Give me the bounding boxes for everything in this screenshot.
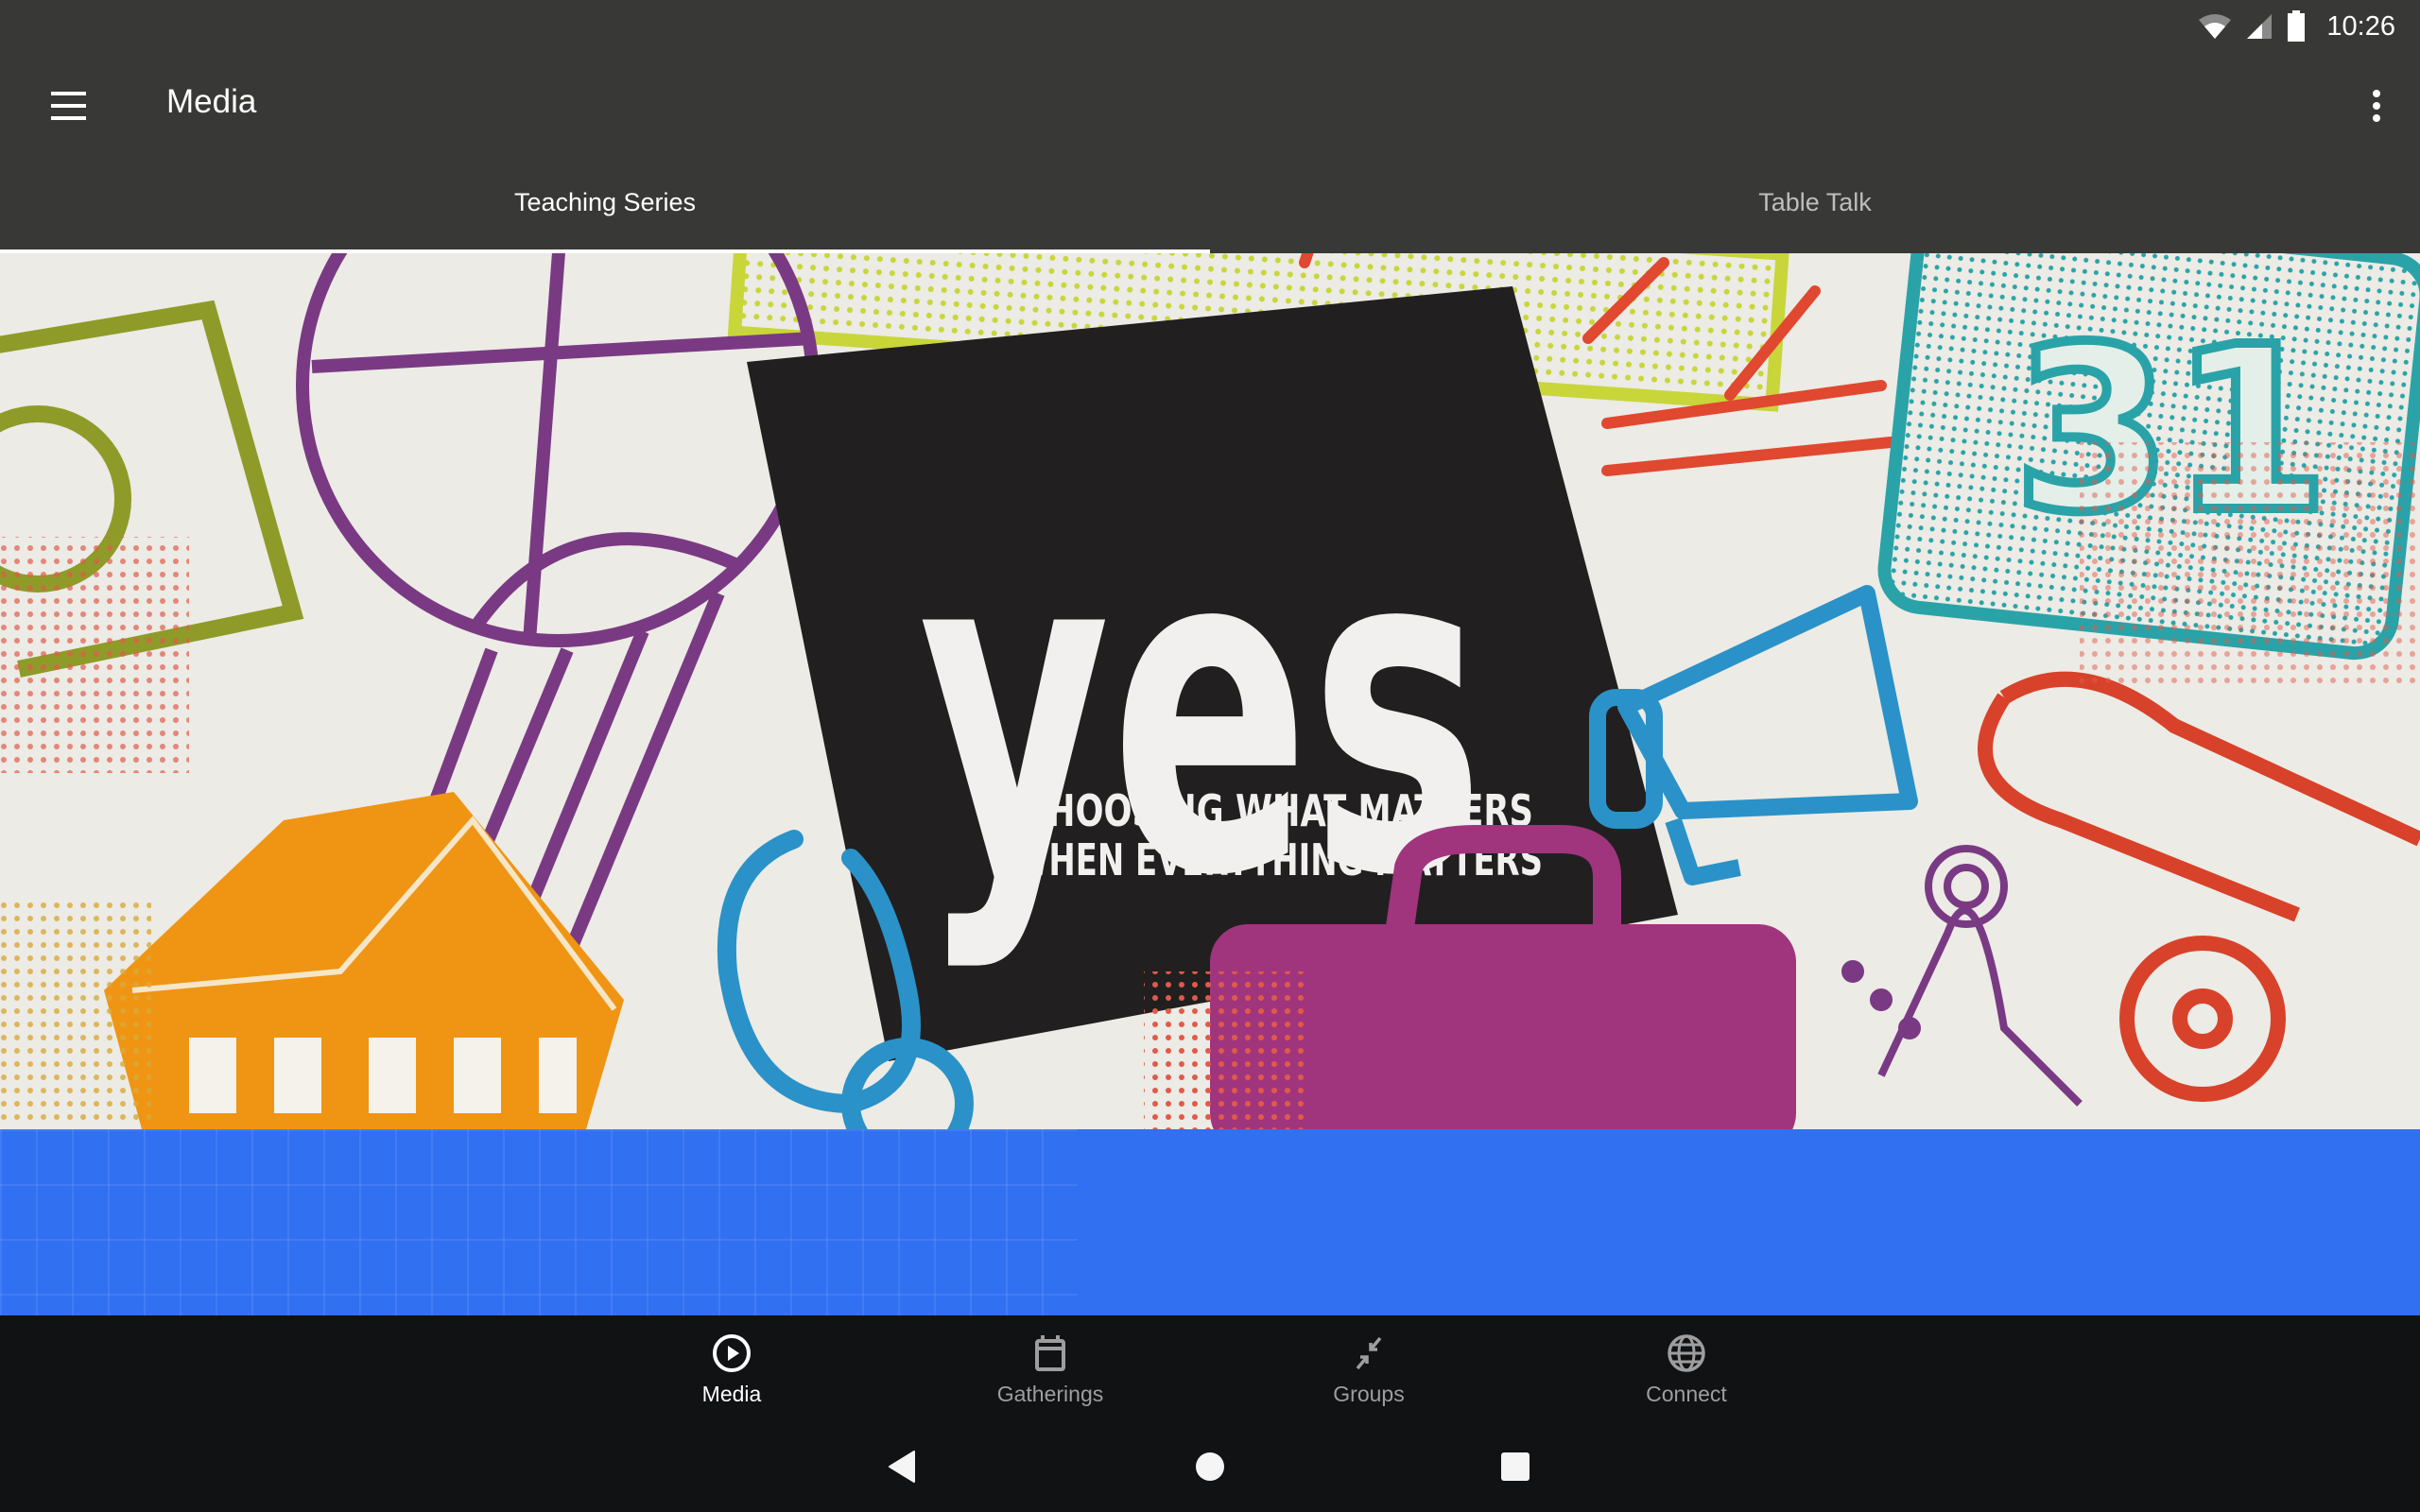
nav-connect[interactable]: Connect bbox=[1573, 1332, 1800, 1414]
nav-gatherings-label: Gatherings bbox=[996, 1382, 1104, 1406]
series-card-weston[interactable]: WESTON bbox=[0, 1129, 2420, 1315]
play-circle-icon bbox=[713, 1334, 751, 1372]
cellular-signal-icon bbox=[2247, 14, 2273, 39]
nav-connect-label: Connect bbox=[1646, 1382, 1727, 1406]
tab-bar: Teaching Series Table Talk bbox=[0, 159, 2420, 253]
tab-teaching-series[interactable]: Teaching Series bbox=[0, 159, 1210, 253]
bottom-navigation: Media Gatherings Groups Connect bbox=[0, 1315, 2420, 1419]
nav-groups-label: Groups bbox=[1333, 1382, 1405, 1406]
series-artwork: yes CHOOSING WHAT MATTERS WHEN EVERYTHIN… bbox=[0, 253, 2420, 1129]
app-bar: Media bbox=[0, 53, 2420, 159]
nav-media[interactable]: Media bbox=[618, 1332, 845, 1414]
battery-icon bbox=[2288, 10, 2306, 42]
more-vert-icon[interactable] bbox=[2348, 77, 2405, 134]
series-card-yes[interactable]: yes CHOOSING WHAT MATTERS WHEN EVERYTHIN… bbox=[0, 253, 2420, 1129]
nav-gatherings[interactable]: Gatherings bbox=[937, 1332, 1164, 1414]
recents-icon[interactable] bbox=[1487, 1444, 1544, 1489]
collapse-arrows-icon bbox=[1356, 1336, 1382, 1370]
status-bar: 10:26 bbox=[0, 0, 2420, 53]
system-navigation-bar bbox=[0, 1419, 2420, 1512]
wifi-icon bbox=[2199, 14, 2232, 39]
clock: 10:26 bbox=[2326, 10, 2395, 42]
nav-groups[interactable]: Groups bbox=[1255, 1332, 1482, 1414]
grid-pattern bbox=[0, 1129, 1078, 1315]
status-icons: 10:26 bbox=[2198, 6, 2395, 47]
page-title: Media bbox=[166, 83, 257, 120]
back-icon[interactable] bbox=[873, 1444, 930, 1489]
series-list[interactable]: yes CHOOSING WHAT MATTERS WHEN EVERYTHIN… bbox=[0, 253, 2420, 1315]
tab-table-talk[interactable]: Table Talk bbox=[1210, 159, 2420, 253]
globe-icon bbox=[1668, 1334, 1705, 1372]
nav-media-label: Media bbox=[701, 1382, 762, 1406]
calendar-icon bbox=[1035, 1335, 1065, 1371]
home-icon[interactable] bbox=[1182, 1444, 1238, 1489]
hamburger-menu-icon[interactable] bbox=[36, 79, 100, 132]
